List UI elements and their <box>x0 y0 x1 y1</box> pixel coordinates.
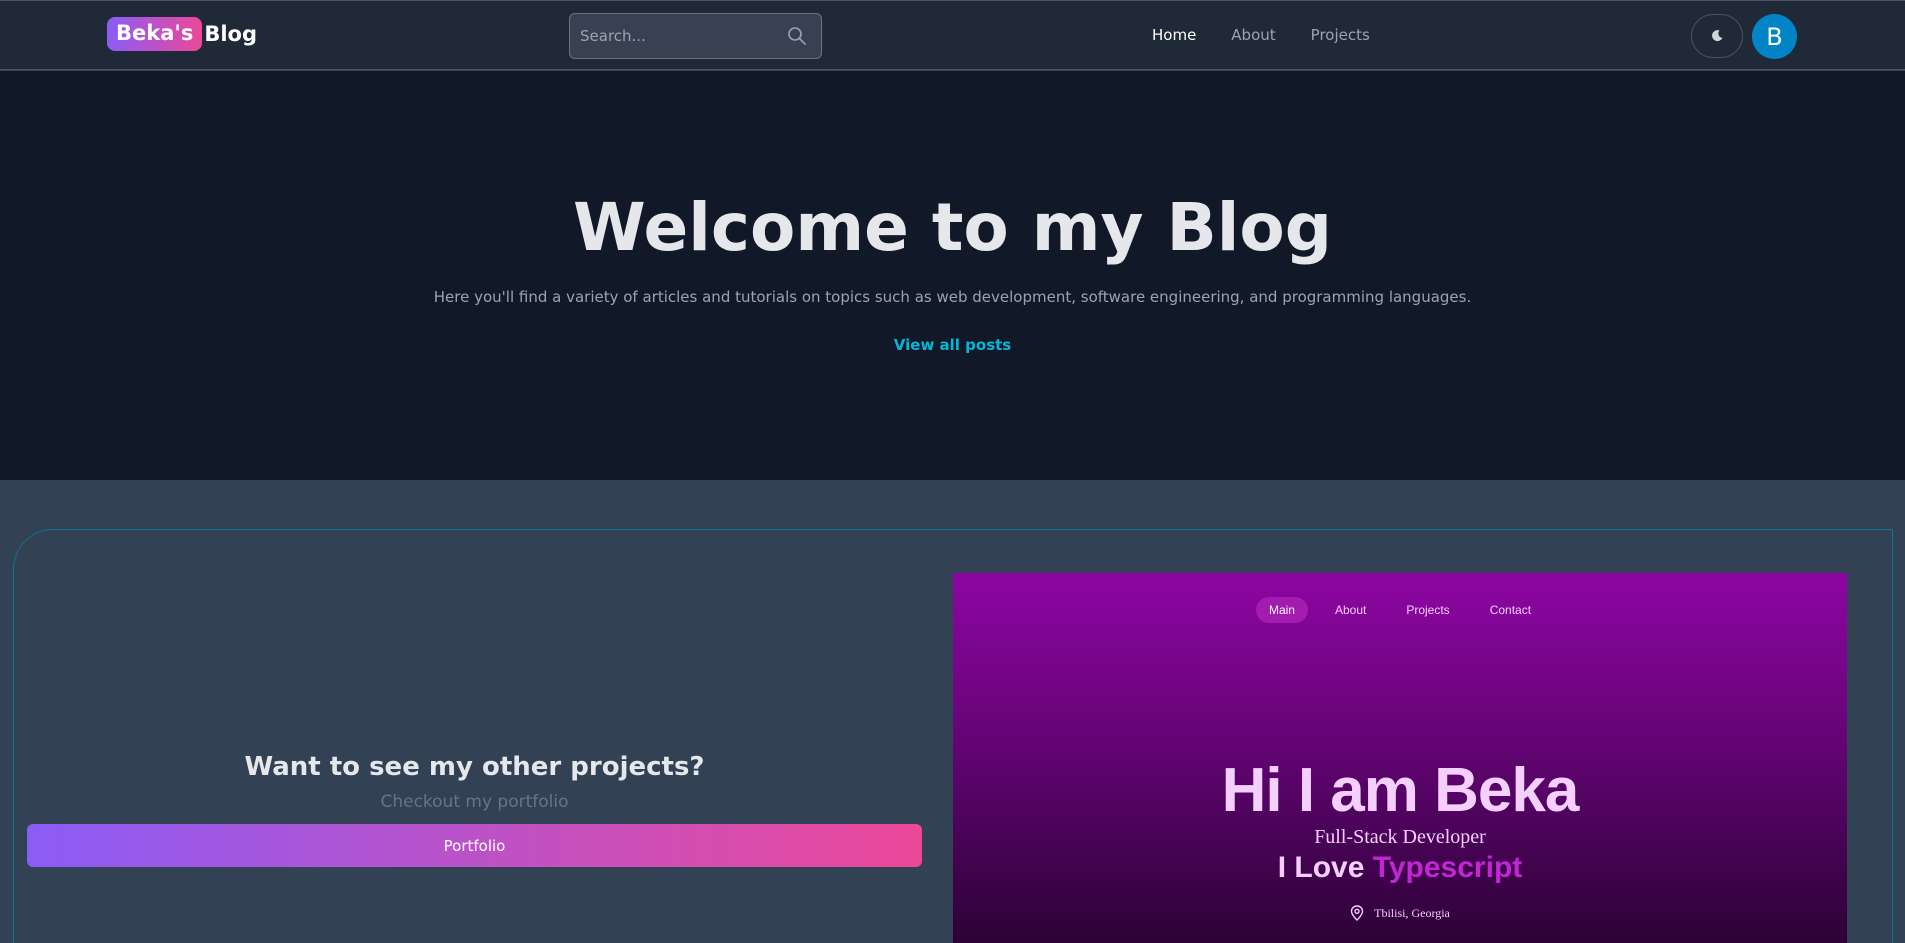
search-icon[interactable] <box>787 26 807 46</box>
brand-logo[interactable]: Beka's Blog <box>107 17 257 51</box>
preview-nav-contact: Contact <box>1489 603 1532 617</box>
projects-subtitle: Checkout my portfolio <box>380 792 569 812</box>
preview-nav-about: About <box>1334 603 1367 617</box>
portfolio-button[interactable]: Portfolio <box>27 824 922 867</box>
theme-toggle-button[interactable] <box>1691 14 1743 58</box>
preview-nav-main: Main <box>1255 597 1308 623</box>
nav-link-home[interactable]: Home <box>1152 26 1196 44</box>
preview-location: Tbilisi, Georgia <box>953 905 1847 921</box>
preview-role: Full-Stack Developer <box>1314 826 1486 848</box>
navbar: Beka's Blog Home About Projects B <box>0 0 1905 70</box>
projects-title: Want to see my other projects? <box>244 752 705 782</box>
hero-subtitle: Here you'll find a variety of articles a… <box>433 288 1472 306</box>
brand-text: Blog <box>204 22 257 46</box>
main-nav: Home About Projects <box>1152 26 1370 44</box>
avatar[interactable]: B <box>1752 14 1797 59</box>
search-box <box>569 13 822 59</box>
view-all-posts-link[interactable]: View all posts <box>0 336 1905 354</box>
location-pin-icon <box>1350 905 1364 921</box>
nav-link-about[interactable]: About <box>1231 26 1275 44</box>
hero-section: Welcome to my Blog Here you'll find a va… <box>0 71 1905 480</box>
search-input[interactable] <box>580 14 780 58</box>
preview-love-prefix: I Love <box>1277 851 1365 884</box>
projects-cta: Want to see my other projects? Checkout … <box>27 752 922 867</box>
nav-link-projects[interactable]: Projects <box>1311 26 1370 44</box>
portfolio-preview-image[interactable]: Main About Projects Contact Hi I am Beka… <box>953 573 1847 943</box>
hero-title: Welcome to my Blog <box>573 189 1332 266</box>
brand-badge: Beka's <box>107 17 203 51</box>
preview-nav-projects: Projects <box>1406 603 1450 617</box>
preview-love-accent: Typescript <box>1372 851 1523 884</box>
preview-location-text: Tbilisi, Georgia <box>1374 905 1450 920</box>
preview-nav: Main About Projects Contact <box>953 597 1847 623</box>
preview-love-line: I Love Typescript <box>953 851 1847 885</box>
moon-icon <box>1712 30 1723 42</box>
preview-title: Hi I am Beka <box>1221 756 1580 825</box>
